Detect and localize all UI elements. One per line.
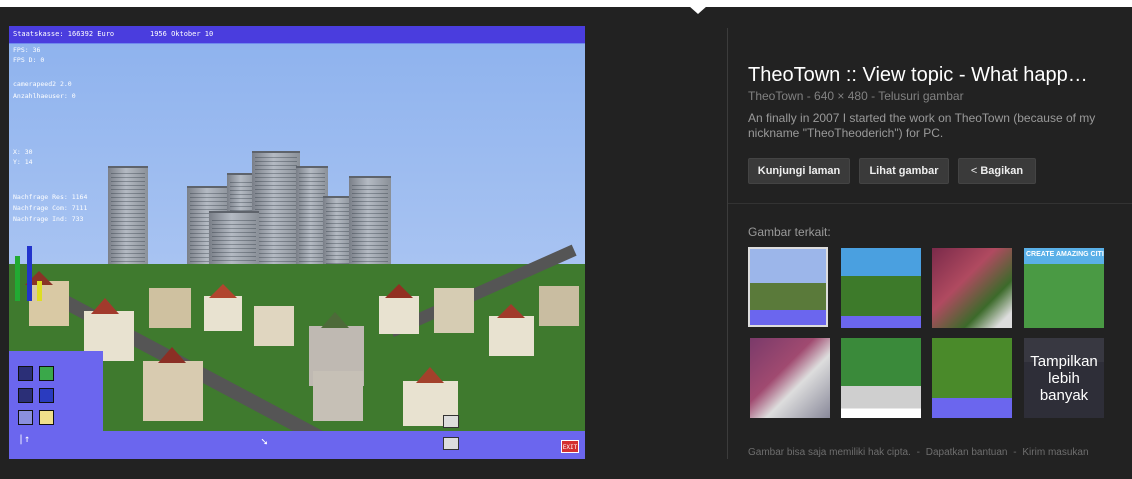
result-meta: TheoTown - 640 × 480 - Telusuri gambar [748, 89, 964, 103]
skyscraper [108, 166, 148, 278]
house [254, 306, 294, 346]
house-roof [321, 312, 349, 328]
road-tool-icon[interactable] [18, 388, 33, 403]
house-roof [416, 367, 444, 383]
skyscraper [252, 151, 300, 278]
house-roof [158, 347, 186, 363]
park-tool-icon[interactable] [39, 410, 54, 425]
share-button[interactable]: < Bagikan [958, 158, 1036, 184]
show-more-label: Tampilkan lebih banyak [1024, 338, 1104, 418]
house-tool-icon[interactable] [39, 366, 54, 381]
info-tool-icon[interactable] [18, 410, 33, 425]
house-roof [209, 284, 237, 298]
panel-divider [727, 28, 728, 459]
debug-line: X: 30 [13, 148, 33, 156]
show-more-thumbnail[interactable]: Tampilkan lebih banyak [1024, 338, 1104, 418]
hud-toolbar-bottom [103, 431, 585, 459]
house [489, 316, 534, 356]
result-description: An finally in 2007 I started the work on… [748, 111, 1096, 140]
share-label: Bagikan [980, 165, 1024, 177]
house [313, 371, 363, 421]
demand-line: Nachfrage Res: 1164 [13, 193, 88, 201]
rotate-right-icon[interactable] [443, 437, 459, 450]
mouse-cursor-icon: ➘ [261, 435, 268, 448]
debug-line: FPS: 36 [13, 46, 41, 54]
debug-line: Anzahlhaeuser: 0 [13, 92, 76, 100]
debug-line: Y: 14 [13, 158, 33, 166]
zone-tool-icon[interactable] [39, 388, 54, 403]
related-thumbnail[interactable]: CREATE AMAZING CITIES [1024, 248, 1104, 328]
house-roof [91, 298, 119, 314]
copyright-notice: Gambar bisa saja memiliki hak cipta. [748, 447, 911, 458]
send-feedback-link[interactable]: Kirim masukan [1022, 447, 1088, 458]
share-icon: < [970, 165, 978, 177]
thumbnail-banner: CREATE AMAZING CITIES [1026, 251, 1104, 258]
panel-notch [689, 6, 707, 14]
related-thumbnail[interactable] [932, 248, 1012, 328]
house [434, 288, 474, 333]
house [149, 288, 191, 328]
footer-separator: - [1013, 447, 1017, 458]
house [379, 296, 419, 334]
section-divider [728, 203, 1132, 204]
preview-image[interactable]: |↑ EXIT ➘ Staatskasse: 166392 Euro 1956 … [9, 26, 585, 459]
visit-page-button[interactable]: Kunjungi laman [748, 158, 850, 184]
related-thumbnail[interactable] [841, 338, 921, 418]
related-thumbnail[interactable] [932, 338, 1012, 418]
related-images-label: Gambar terkait: [748, 225, 831, 239]
city-view [103, 347, 465, 431]
view-image-button[interactable]: Lihat gambar [859, 158, 949, 184]
house [143, 361, 203, 421]
debug-line: FPS D: 0 [13, 56, 45, 64]
debug-line: camerapeed2 2.0 [13, 80, 72, 88]
date-readout: 1956 Oktober 10 [150, 30, 214, 38]
demand-bar-industrial [37, 281, 42, 301]
get-help-link[interactable]: Dapatkan bantuan [926, 447, 1008, 458]
money-readout: Staatskasse: 166392 Euro [13, 30, 115, 38]
related-thumbnail[interactable] [750, 338, 830, 418]
game-status-bar: Staatskasse: 166392 Euro 1956 Oktober 10 [9, 26, 585, 43]
related-thumbnail[interactable] [748, 247, 828, 327]
house-roof [385, 284, 413, 298]
skyscraper [349, 176, 391, 278]
related-thumbnail[interactable] [841, 248, 921, 328]
zoom-control-icon[interactable]: |↑ [18, 434, 30, 445]
house [204, 296, 242, 331]
image-preview-panel: |↑ EXIT ➘ Staatskasse: 166392 Euro 1956 … [0, 6, 1132, 479]
footer-separator: - [916, 447, 920, 458]
bulldozer-tool-icon[interactable] [18, 366, 33, 381]
exit-button[interactable]: EXIT [561, 440, 579, 453]
demand-bar-residential [15, 256, 20, 301]
result-title-link[interactable]: TheoTown :: View topic - What happ… [748, 64, 1128, 87]
demand-line: Nachfrage Com: 7111 [13, 204, 88, 212]
house [29, 281, 69, 326]
footer: Gambar bisa saja memiliki hak cipta. - D… [748, 447, 1092, 458]
demand-line: Nachfrage Ind: 733 [13, 215, 84, 223]
house-roof [497, 304, 525, 318]
rotate-left-icon[interactable] [443, 415, 459, 428]
demand-bar-commercial [27, 246, 32, 301]
house [539, 286, 579, 326]
